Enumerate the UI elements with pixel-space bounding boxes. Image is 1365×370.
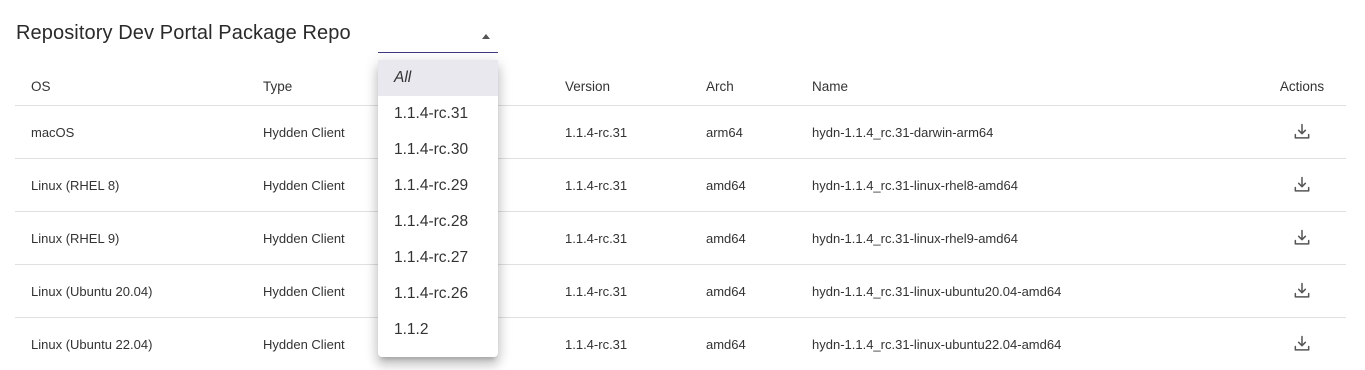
cell-name: hydn-1.1.4_rc.31-linux-ubuntu20.04-amd64 (796, 264, 1258, 318)
cell-arch: amd64 (690, 158, 796, 212)
cell-arch: amd64 (690, 317, 796, 370)
table-header-row: OS Type Version Arch Name Actions (15, 68, 1346, 106)
version-select[interactable] (378, 24, 498, 53)
table-row: macOS Hydden Client 1.1.4-rc.31 arm64 hy… (15, 105, 1346, 159)
page-title: Repository Dev Portal Package Repo (16, 22, 351, 44)
packages-table: OS Type Version Arch Name Actions macOS … (15, 68, 1346, 370)
table-row: Linux (Ubuntu 20.04) Hydden Client 1.1.4… (15, 264, 1346, 318)
cell-version: 1.1.4-rc.31 (549, 158, 690, 212)
package-repo-page: Repository Dev Portal Package Repo OS Ty… (0, 0, 1365, 370)
cell-actions (1258, 105, 1346, 159)
column-header-os: OS (15, 68, 247, 106)
dropdown-option[interactable]: 1.1.4-rc.29 (378, 168, 498, 204)
dropdown-option[interactable]: 1.1.4-rc.30 (378, 132, 498, 168)
cell-version: 1.1.4-rc.31 (549, 105, 690, 159)
cell-arch: amd64 (690, 211, 796, 265)
download-icon[interactable] (1292, 175, 1312, 195)
column-header-name: Name (796, 68, 1258, 106)
cell-name: hydn-1.1.4_rc.31-linux-rhel8-amd64 (796, 158, 1258, 212)
table-row: Linux (RHEL 9) Hydden Client 1.1.4-rc.31… (15, 211, 1346, 265)
download-icon[interactable] (1292, 228, 1312, 248)
cell-name: hydn-1.1.4_rc.31-linux-ubuntu22.04-amd64 (796, 317, 1258, 370)
caret-up-icon (482, 34, 490, 39)
cell-version: 1.1.4-rc.31 (549, 317, 690, 370)
cell-os: Linux (RHEL 9) (15, 211, 247, 265)
download-icon[interactable] (1292, 122, 1312, 142)
cell-name: hydn-1.1.4_rc.31-linux-rhel9-amd64 (796, 211, 1258, 265)
dropdown-option[interactable]: 1.1.4-rc.28 (378, 204, 498, 240)
dropdown-option[interactable]: 1.1.4-rc.31 (378, 96, 498, 132)
cell-version: 1.1.4-rc.31 (549, 264, 690, 318)
cell-actions (1258, 158, 1346, 212)
cell-os: Linux (Ubuntu 20.04) (15, 264, 247, 318)
column-header-version: Version (549, 68, 690, 106)
table-row: Linux (RHEL 8) Hydden Client 1.1.4-rc.31… (15, 158, 1346, 212)
cell-actions (1258, 264, 1346, 318)
cell-arch: arm64 (690, 105, 796, 159)
cell-version: 1.1.4-rc.31 (549, 211, 690, 265)
column-header-arch: Arch (690, 68, 796, 106)
dropdown-option[interactable]: 1.1.4-rc.26 (378, 276, 498, 312)
download-icon[interactable] (1292, 334, 1312, 354)
column-header-actions: Actions (1258, 68, 1346, 106)
cell-os: macOS (15, 105, 247, 159)
cell-actions (1258, 211, 1346, 265)
download-icon[interactable] (1292, 281, 1312, 301)
cell-os: Linux (RHEL 8) (15, 158, 247, 212)
version-dropdown-menu: All 1.1.4-rc.31 1.1.4-rc.30 1.1.4-rc.29 … (378, 60, 498, 357)
dropdown-option[interactable]: 1.1.2 (378, 312, 498, 348)
table-row: Linux (Ubuntu 22.04) Hydden Client 1.1.4… (15, 317, 1346, 370)
cell-actions (1258, 317, 1346, 370)
dropdown-option[interactable]: 1.1.4-rc.27 (378, 240, 498, 276)
cell-name: hydn-1.1.4_rc.31-darwin-arm64 (796, 105, 1258, 159)
cell-arch: amd64 (690, 264, 796, 318)
dropdown-option-all[interactable]: All (378, 60, 498, 96)
cell-os: Linux (Ubuntu 22.04) (15, 317, 247, 370)
